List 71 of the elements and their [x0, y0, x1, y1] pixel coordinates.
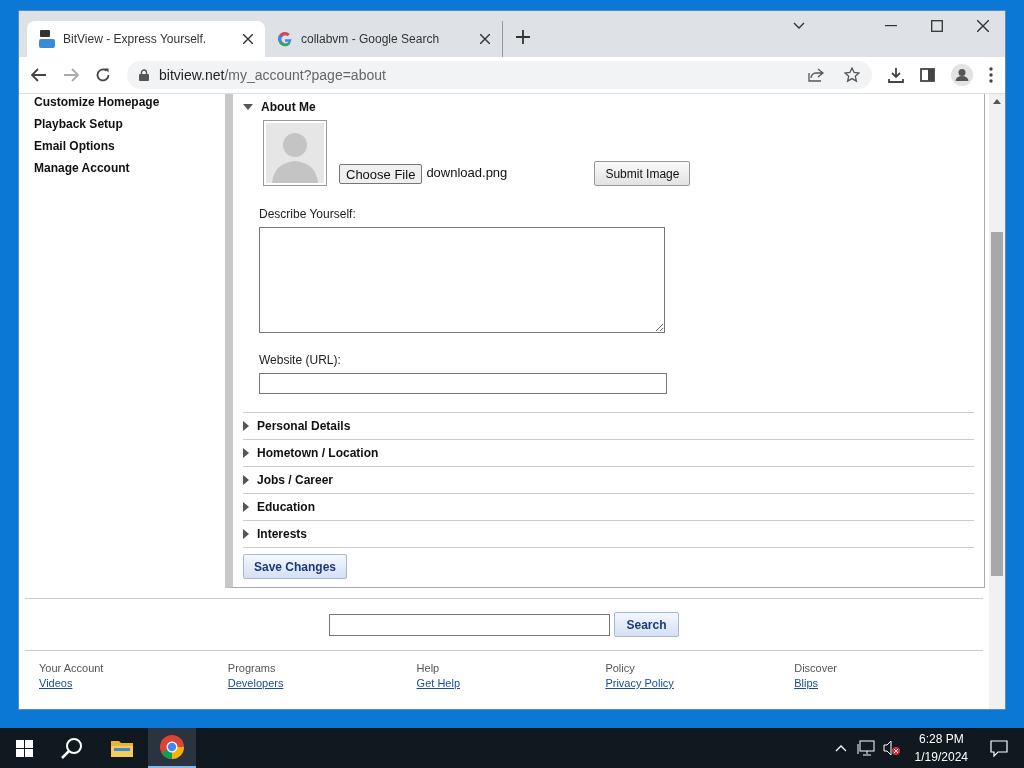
describe-textarea[interactable]	[259, 227, 665, 333]
sidebar-link[interactable]: Playback Setup	[34, 116, 225, 133]
footer-link[interactable]: Privacy Policy	[605, 676, 795, 691]
speaker-muted-icon[interactable]	[882, 740, 901, 756]
search-field[interactable]	[329, 613, 611, 636]
sidebar-link[interactable]: Customize Homepage	[34, 94, 225, 111]
triangle-right-icon	[243, 421, 249, 431]
scrollbar[interactable]	[989, 94, 1005, 709]
tv-logo-icon	[39, 30, 55, 48]
triangle-right-icon	[243, 448, 249, 458]
side-panel-icon[interactable]	[920, 68, 935, 82]
file-name: download.png	[426, 163, 509, 182]
footer-heading: Programs	[227, 661, 277, 676]
footer-link[interactable]: Videos	[39, 676, 228, 691]
windows-logo-icon[interactable]	[16, 739, 33, 757]
footer-link[interactable]: Blips	[794, 676, 983, 691]
footer-link[interactable]: Developers	[227, 676, 417, 691]
footer-heading: Policy	[605, 661, 636, 676]
menu-dots-icon[interactable]	[989, 67, 993, 83]
avatar-silhouette	[263, 120, 327, 186]
folder-icon[interactable]	[111, 739, 133, 757]
scroll-up-icon[interactable]	[993, 99, 1001, 104]
address-bar[interactable]: bitview.net/my_account?page=about	[127, 61, 872, 89]
network-icon[interactable]	[856, 740, 875, 756]
chevron-up-icon[interactable]	[834, 744, 847, 752]
describe-label: Describe Yourself:	[259, 206, 357, 223]
triangle-right-icon	[243, 502, 249, 512]
chrome-logo-icon	[160, 735, 184, 759]
website-field[interactable]	[259, 373, 667, 394]
clock-date: 1/19/2024	[914, 749, 968, 766]
triangle-right-icon	[243, 529, 249, 539]
website-label: Website (URL):	[259, 352, 342, 369]
sidebar-link[interactable]: Email Options	[34, 138, 225, 155]
section-header[interactable]: Interests	[243, 521, 974, 547]
download-icon[interactable]	[888, 67, 904, 83]
share-icon[interactable]	[808, 68, 824, 82]
submit-image-button[interactable]: Submit Image	[594, 161, 691, 186]
triangle-right-icon	[243, 475, 249, 485]
footer-heading: Your Account	[39, 661, 105, 676]
sidebar-link[interactable]: Manage Account	[34, 160, 225, 177]
back-arrow-icon[interactable]	[31, 68, 47, 82]
star-icon[interactable]	[844, 67, 860, 83]
footer-heading: Discover	[794, 661, 838, 676]
section-header[interactable]: Jobs / Career	[243, 467, 974, 493]
chrome-taskbar-button[interactable]	[148, 728, 196, 768]
section-header[interactable]: About Me	[243, 94, 974, 120]
plus-icon	[516, 30, 530, 44]
minimize-icon[interactable]	[885, 25, 897, 27]
close-icon[interactable]	[480, 34, 490, 44]
profile-avatar-icon[interactable]	[951, 64, 973, 86]
chevron-down-icon[interactable]	[793, 22, 805, 30]
footer-link[interactable]: Get Help	[416, 676, 606, 691]
browser-tab[interactable]: BitView - Express Yourself.	[27, 21, 265, 57]
section-header[interactable]: Education	[243, 494, 974, 520]
lock-icon	[139, 69, 149, 81]
g-logo-icon	[277, 31, 293, 47]
notification-icon[interactable]	[990, 739, 1008, 757]
search-button[interactable]: Search	[614, 612, 679, 637]
maximize-icon[interactable]	[931, 20, 943, 32]
choose-file-button[interactable]: Choose File	[339, 164, 423, 184]
close-icon[interactable]	[243, 34, 253, 44]
reload-icon[interactable]	[95, 67, 111, 83]
clock-time: 6:28 PM	[918, 731, 964, 748]
search-icon[interactable]	[61, 737, 83, 759]
triangle-down-icon	[243, 104, 253, 110]
footer-heading: Help	[416, 661, 441, 676]
section-header[interactable]: Personal Details	[243, 413, 974, 439]
save-changes-button[interactable]: Save Changes	[243, 554, 348, 579]
url-text: bitview.net/my_account?page=about	[159, 65, 386, 85]
section-header[interactable]: Hometown / Location	[243, 440, 974, 466]
close-icon[interactable]	[977, 20, 989, 32]
